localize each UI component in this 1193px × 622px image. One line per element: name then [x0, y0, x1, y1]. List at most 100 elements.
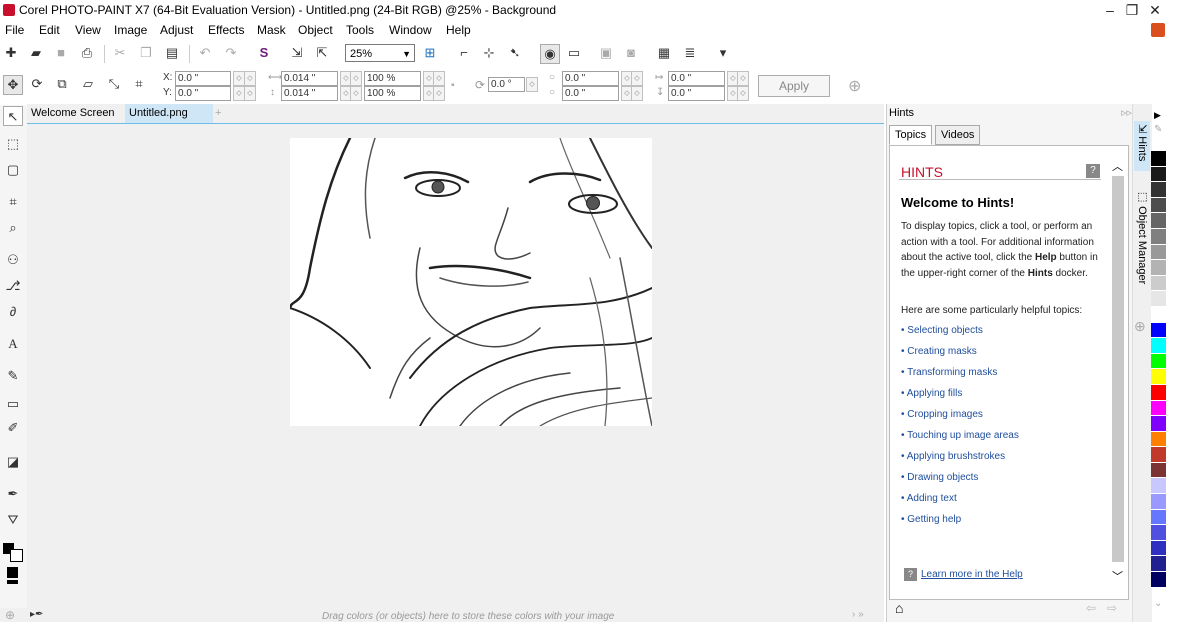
color-swatch[interactable] — [1151, 478, 1166, 495]
new-tab-icon[interactable]: + — [211, 104, 225, 123]
palette-scroll-up-icon[interactable]: ▶ — [1154, 110, 1161, 121]
export-icon[interactable]: ⇱ — [313, 44, 331, 62]
link-applying-brushstrokes[interactable]: • Applying brushstrokes — [901, 451, 1005, 462]
crop-tool-icon[interactable]: ⌗ — [3, 192, 23, 212]
palette-scroll-down-icon[interactable]: ⌄ — [1154, 598, 1162, 609]
minimize-button[interactable]: – — [1100, 1, 1120, 19]
paper-color-swatch[interactable] — [7, 567, 18, 578]
zoom-one-to-one-icon[interactable]: ⊞ — [421, 44, 439, 62]
menu-image[interactable]: Image — [114, 23, 147, 37]
menu-help[interactable]: Help — [446, 23, 471, 37]
y-position-spinner-up[interactable]: ◇ — [244, 86, 256, 101]
link-touching-up[interactable]: • Touching up image areas — [901, 430, 1019, 441]
color-swatch[interactable] — [1151, 322, 1166, 339]
lens-icon[interactable]: ◙ — [622, 44, 640, 62]
distort-mode-icon[interactable]: ⤡ — [105, 75, 123, 93]
width-field[interactable]: 0.014 " — [281, 71, 338, 86]
skew-vertical-field[interactable]: 0.0 " — [668, 86, 725, 101]
mask-overlay-icon[interactable]: ▣ — [597, 44, 615, 62]
color-swatch[interactable] — [1151, 306, 1166, 323]
rectangle-mask-tool-icon[interactable]: ▢ — [3, 160, 23, 180]
scale-mode-icon[interactable]: ⧉ — [53, 75, 71, 93]
paint-tool-icon[interactable]: ✎ — [3, 366, 23, 386]
scale-y-field[interactable]: 100 % — [364, 86, 421, 101]
add-color-icon[interactable]: ⊕ — [5, 608, 15, 622]
side-tab-object-manager[interactable]: ⬚ Object Manager — [1136, 190, 1149, 284]
open-folder-icon[interactable]: ▰ — [27, 44, 45, 62]
height-field[interactable]: 0.014 " — [281, 86, 338, 101]
center-x-spinner-up[interactable]: ◇ — [631, 71, 643, 86]
link-adding-text[interactable]: • Adding text — [901, 493, 957, 504]
menu-window[interactable]: Window — [389, 23, 432, 37]
color-swatch[interactable] — [1151, 166, 1166, 183]
color-swatch[interactable] — [1151, 509, 1166, 526]
color-swatch[interactable] — [1151, 369, 1166, 385]
color-swatch[interactable] — [1151, 338, 1166, 354]
link-getting-help[interactable]: • Getting help — [901, 514, 961, 525]
docker-collapse-icon[interactable]: ▹▹ — [1121, 106, 1132, 119]
color-swatch[interactable] — [1151, 556, 1166, 573]
copy-icon[interactable]: ❐ — [137, 44, 155, 62]
tab-welcome-screen[interactable]: Welcome Screen — [27, 104, 119, 123]
link-selecting-objects[interactable]: • Selecting objects — [901, 325, 983, 336]
drop-shadow-tool-icon[interactable]: ◪ — [3, 452, 23, 472]
clone-tool-icon[interactable]: ⎇ — [3, 276, 23, 296]
x-position-field[interactable]: 0.0 " — [175, 71, 231, 86]
add-preset-icon[interactable]: ⊕ — [848, 76, 861, 96]
color-swatch[interactable] — [1151, 213, 1166, 229]
palette-eyedropper-icon[interactable]: ✎ — [1154, 124, 1162, 135]
position-mode-icon[interactable]: ✥ — [3, 75, 23, 95]
text-tool-icon[interactable]: A — [3, 334, 23, 354]
options-icon[interactable]: ▾ — [714, 44, 732, 62]
scroll-down-icon[interactable]: ﹀ — [1112, 568, 1123, 584]
histogram-icon[interactable]: ≣ — [681, 44, 699, 62]
new-file-icon[interactable]: ✚ — [2, 44, 20, 62]
side-tab-hints[interactable]: ⇲ Hints — [1136, 124, 1149, 161]
smear-tool-icon[interactable]: ∂ — [3, 302, 23, 322]
color-swatch[interactable] — [1151, 540, 1166, 557]
color-swatch[interactable] — [1151, 572, 1166, 588]
color-swatch[interactable] — [1151, 182, 1166, 198]
color-swatch[interactable] — [1151, 384, 1166, 401]
color-swatch[interactable] — [1151, 228, 1166, 245]
menu-adjust[interactable]: Adjust — [160, 23, 193, 37]
rotate-mode-icon[interactable]: ⟳ — [28, 75, 46, 93]
color-swatch[interactable] — [1151, 400, 1166, 417]
tab-topics[interactable]: Topics — [889, 125, 933, 145]
eyedropper-tool-icon[interactable]: ✒ — [3, 484, 23, 504]
help-icon[interactable]: ? — [1086, 164, 1100, 178]
link-applying-fills[interactable]: • Applying fills — [901, 388, 962, 399]
rectangle-tool-icon[interactable]: ▭ — [3, 394, 23, 414]
save-icon[interactable]: ■ — [52, 44, 70, 62]
color-swatch[interactable] — [1151, 291, 1166, 307]
rulers-icon[interactable]: ⌐ — [455, 44, 473, 62]
eyedropper-small-icon[interactable]: ▸✒ — [30, 609, 43, 620]
image-adjustment-lab-icon[interactable]: ▦ — [655, 44, 673, 62]
menu-file[interactable]: File — [5, 23, 24, 37]
color-swatch[interactable] — [1151, 275, 1166, 292]
skew-horizontal-field[interactable]: 0.0 " — [668, 71, 725, 86]
skew-horizontal-spinner-up[interactable]: ◇ — [737, 71, 749, 86]
menu-edit[interactable]: Edit — [39, 23, 60, 37]
print-icon[interactable]: ⎙ — [78, 44, 96, 62]
x-position-spinner-up[interactable]: ◇ — [244, 71, 256, 86]
center-x-field[interactable]: 0.0 " — [562, 71, 619, 86]
undo-icon[interactable]: ↶ — [196, 44, 214, 62]
corel-launcher-icon[interactable]: S — [255, 44, 273, 62]
color-swatch[interactable] — [1151, 447, 1166, 463]
center-y-spinner-up[interactable]: ◇ — [631, 86, 643, 101]
snap-icon[interactable]: ➷ — [506, 44, 524, 62]
rotation-spinner[interactable]: ◇ — [526, 77, 538, 92]
apply-button[interactable]: Apply — [758, 75, 830, 97]
scale-x-field[interactable]: 100 % — [364, 71, 421, 86]
color-swatch[interactable] — [1151, 197, 1166, 214]
y-position-field[interactable]: 0.0 " — [175, 86, 231, 101]
width-spinner-up[interactable]: ◇ — [350, 71, 362, 86]
mask-transform-tool-icon[interactable]: ⬚ — [3, 134, 23, 154]
color-swatch[interactable] — [1151, 244, 1166, 261]
fill-color-swatch[interactable] — [7, 580, 18, 584]
color-swatch[interactable] — [1151, 260, 1166, 276]
height-spinner-up[interactable]: ◇ — [350, 86, 362, 101]
tab-untitled-png[interactable]: Untitled.png — [125, 104, 213, 123]
color-swatch[interactable] — [1151, 462, 1166, 479]
